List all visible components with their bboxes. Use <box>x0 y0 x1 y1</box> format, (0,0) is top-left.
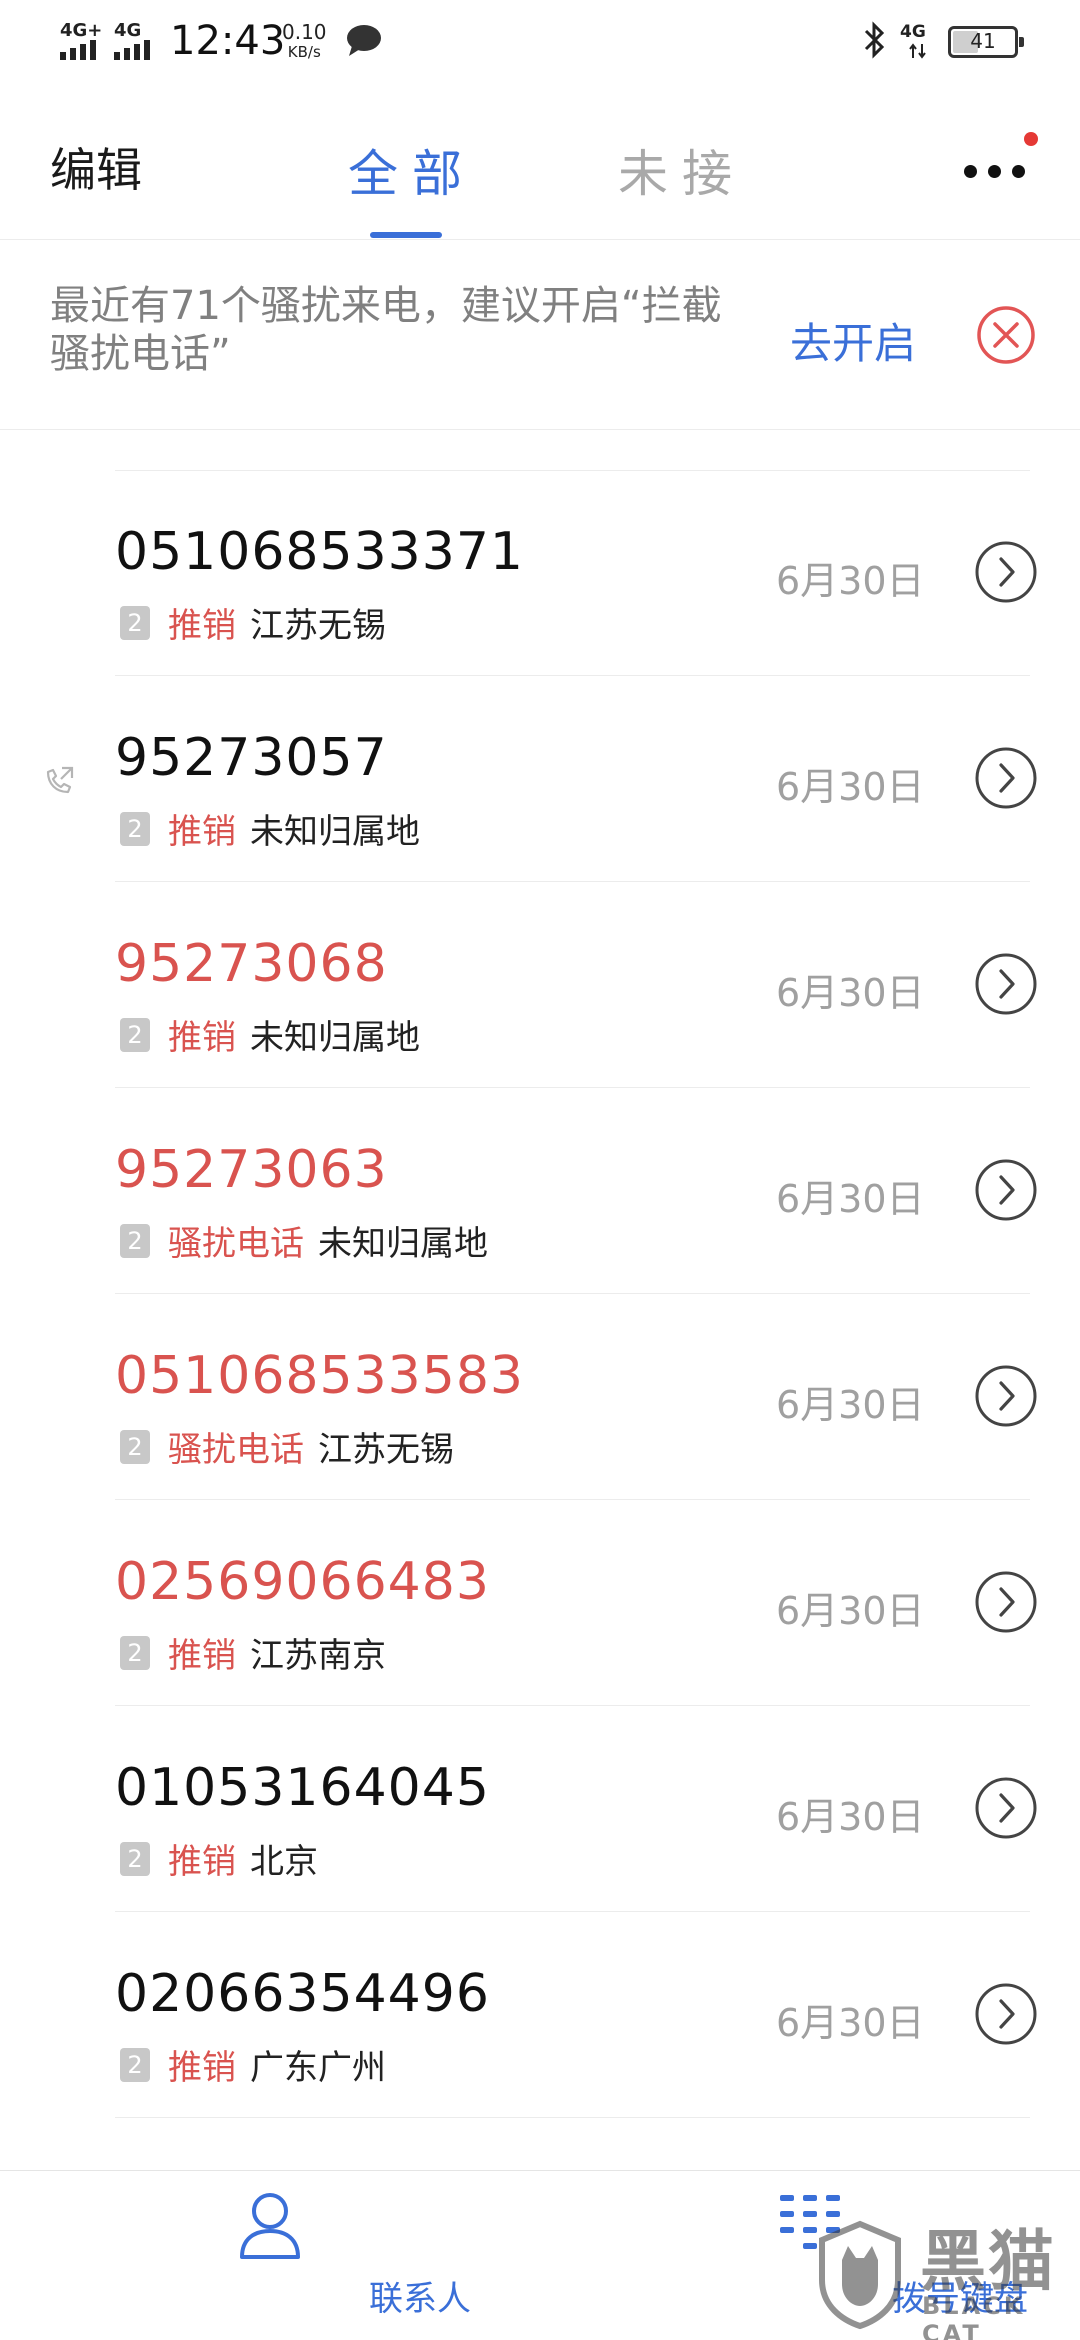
network-type: 4G <box>900 22 926 42</box>
sim-card-icon: 2 <box>120 2047 150 2082</box>
chevron-right-circle-icon[interactable] <box>974 1570 1038 1634</box>
call-meta: 2 骚扰电话 江苏无锡 <box>120 1422 454 1471</box>
harassment-banner: 最近有71个骚扰来电，建议开启“拦截骚扰电话” 去开启 <box>0 240 1080 430</box>
signal-bars-1-icon <box>60 38 96 60</box>
call-location: 江苏南京 <box>250 1636 386 1676</box>
nav-contacts-label: 联系人 <box>369 2279 471 2319</box>
call-date: 6月30日 <box>776 1589 925 1633</box>
chevron-right-circle-icon[interactable] <box>974 1364 1038 1428</box>
call-location: 未知归属地 <box>250 1018 420 1058</box>
call-row[interactable]: 95273057 2 推销 未知归属地 6月30日 <box>0 676 1080 882</box>
call-number: 95273068 <box>115 934 388 994</box>
status-time: 12:43 <box>170 18 286 64</box>
call-tag: 推销 <box>168 1636 236 1676</box>
chevron-right-circle-icon[interactable] <box>974 1158 1038 1222</box>
call-date: 6月30日 <box>776 971 925 1015</box>
sim-card-icon: 2 <box>120 1223 150 1258</box>
call-row[interactable]: 051068533583 2 骚扰电话 江苏无锡 6月30日 <box>0 1294 1080 1500</box>
call-location: 未知归属地 <box>250 812 420 852</box>
row-divider <box>115 2117 1030 2118</box>
call-number: 01053164045 <box>115 1758 490 1818</box>
call-row[interactable]: 95273068 2 推销 未知归属地 6月30日 <box>0 882 1080 1088</box>
watermark: 黑猫 BLACK CAT <box>800 2200 1080 2340</box>
call-row[interactable]: 02066354496 2 推销 广东广州 6月30日 <box>0 1912 1080 2118</box>
outgoing-call-icon <box>46 766 74 794</box>
sim-card-icon: 2 <box>120 1429 150 1464</box>
message-bubble-icon <box>347 25 381 56</box>
call-meta: 2 推销 江苏南京 <box>120 1628 386 1677</box>
call-meta: 2 骚扰电话 未知归属地 <box>120 1216 488 1265</box>
call-meta: 2 推销 广东广州 <box>120 2040 386 2089</box>
call-location: 未知归属地 <box>318 1224 488 1264</box>
chevron-right-circle-icon[interactable] <box>974 540 1038 604</box>
call-tag: 推销 <box>168 812 236 852</box>
call-number: 95273057 <box>115 728 388 788</box>
battery-level: 41 <box>970 29 996 53</box>
call-tag: 骚扰电话 <box>168 1430 304 1470</box>
watermark-title: 黑猫 <box>920 2223 1056 2300</box>
chevron-right-circle-icon[interactable] <box>974 1982 1038 2046</box>
chevron-right-circle-icon[interactable] <box>974 952 1038 1016</box>
call-meta: 2 推销 未知归属地 <box>120 1010 420 1059</box>
nav-contacts[interactable]: 联系人 <box>120 2171 471 2340</box>
call-date: 6月30日 <box>776 559 925 603</box>
call-location: 江苏无锡 <box>250 606 386 646</box>
tab-missed[interactable]: 未接 <box>618 134 746 206</box>
sim-card-icon: 2 <box>120 811 150 846</box>
sim-card-icon: 2 <box>120 605 150 640</box>
call-location: 北京 <box>250 1842 318 1882</box>
chevron-right-circle-icon[interactable] <box>974 1776 1038 1840</box>
person-icon <box>240 2193 300 2259</box>
call-date: 6月30日 <box>776 1383 925 1427</box>
call-date: 6月30日 <box>776 765 925 809</box>
notification-dot <box>1024 132 1038 146</box>
edit-button[interactable]: 编辑 <box>50 134 142 200</box>
call-row[interactable]: 051068533371 2 推销 江苏无锡 6月30日 <box>0 470 1080 676</box>
call-number: 051068533371 <box>115 522 525 582</box>
header: 编辑 全部 未接 <box>0 90 1080 240</box>
sim-card-icon: 2 <box>120 1635 150 1670</box>
bluetooth-icon <box>864 21 885 59</box>
chevron-right-circle-icon[interactable] <box>974 746 1038 810</box>
banner-message: 最近有71个骚扰来电，建议开启“拦截骚扰电话” <box>50 283 722 377</box>
data-arrows-icon <box>909 43 926 59</box>
call-row[interactable]: 95273063 2 骚扰电话 未知归属地 6月30日 <box>0 1088 1080 1294</box>
call-tag: 推销 <box>168 1842 236 1882</box>
sim-card-icon: 2 <box>120 1017 150 1052</box>
watermark-subtitle: BLACK CAT <box>922 2292 1026 2340</box>
battery-icon: 41 <box>948 26 1024 58</box>
tab-all[interactable]: 全部 <box>348 134 476 206</box>
network-speed: 0.10 KB/s <box>282 22 327 62</box>
call-tag: 推销 <box>168 606 236 646</box>
more-dots-icon[interactable] <box>960 150 1030 190</box>
network-speed-unit: KB/s <box>287 43 321 61</box>
sim-card-icon: 2 <box>120 1841 150 1876</box>
call-location: 江苏无锡 <box>318 1430 454 1470</box>
call-date: 6月30日 <box>776 2001 925 2045</box>
call-meta: 2 推销 江苏无锡 <box>120 598 386 647</box>
call-tag: 推销 <box>168 1018 236 1058</box>
call-meta: 2 推销 北京 <box>120 1834 318 1883</box>
call-number: 051068533583 <box>115 1346 525 1406</box>
close-circle-icon[interactable] <box>975 304 1037 366</box>
enable-block-button[interactable]: 去开启 <box>790 310 916 371</box>
call-tag: 骚扰电话 <box>168 1224 304 1264</box>
status-bar: 4G+ 4G 12:43 0.10 KB/s 4G 41 <box>0 0 1080 90</box>
call-location: 广东广州 <box>250 2048 386 2088</box>
call-row[interactable]: 01053164045 2 推销 北京 6月30日 <box>0 1706 1080 1912</box>
tab-active-indicator <box>370 232 442 238</box>
call-date: 6月30日 <box>776 1177 925 1221</box>
black-cat-logo-icon <box>819 2220 901 2330</box>
signal-bars-2-icon <box>114 38 150 60</box>
call-number: 95273063 <box>115 1140 388 1200</box>
call-number: 02066354496 <box>115 1964 490 2024</box>
call-tag: 推销 <box>168 2048 236 2088</box>
call-number: 02569066483 <box>115 1552 490 1612</box>
network-speed-value: 0.10 <box>282 20 327 44</box>
call-date: 6月30日 <box>776 1795 925 1839</box>
call-meta: 2 推销 未知归属地 <box>120 804 420 853</box>
call-row[interactable]: 02569066483 2 推销 江苏南京 6月30日 <box>0 1500 1080 1706</box>
